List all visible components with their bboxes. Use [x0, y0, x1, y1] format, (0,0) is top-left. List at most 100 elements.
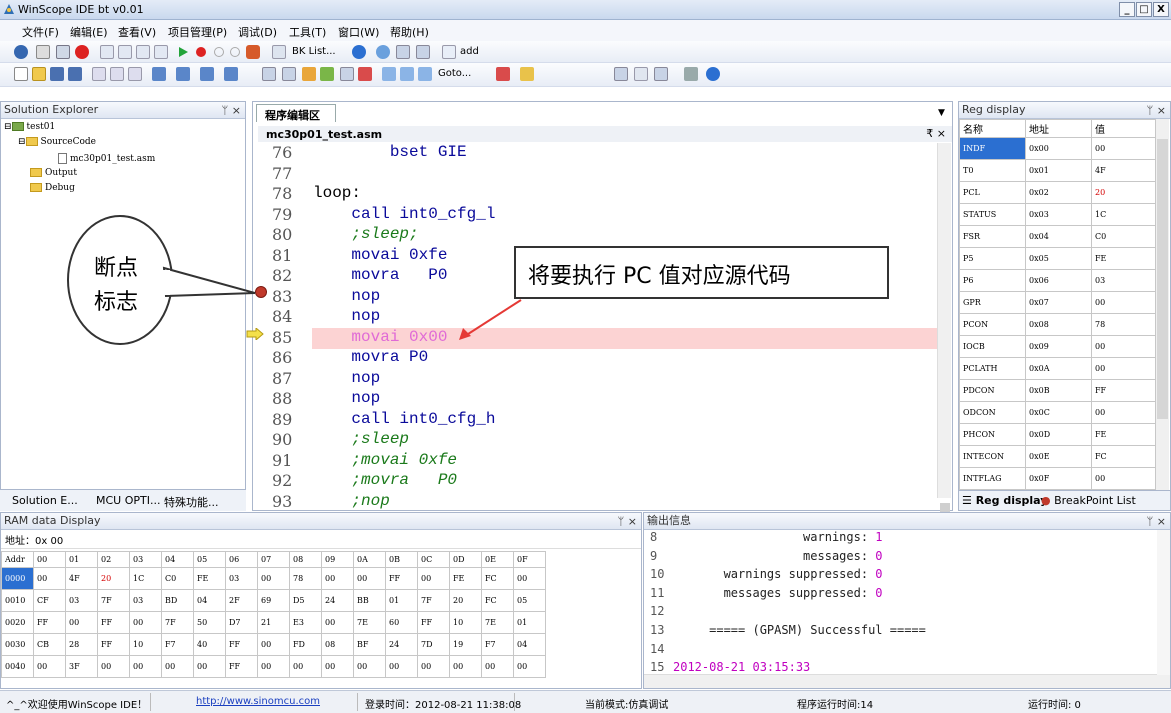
code-line[interactable]: ;sleep: [313, 430, 409, 451]
output-pin-close-icon[interactable]: ᛘ ×: [1147, 514, 1166, 530]
menu-edit[interactable]: 编辑(E): [70, 24, 108, 40]
ram-cell[interactable]: 00: [289, 655, 322, 678]
tree-item-sourcecode[interactable]: ⊟ SourceCode: [18, 137, 96, 147]
ram-cell[interactable]: 00: [417, 567, 450, 590]
ram-cell[interactable]: 3F: [65, 655, 98, 678]
close-button[interactable]: X: [1153, 2, 1169, 17]
save-all-icon[interactable]: [68, 67, 82, 81]
menu-project[interactable]: 项目管理(P): [168, 24, 227, 40]
menu-view[interactable]: 查看(V): [118, 24, 156, 40]
ram-cell[interactable]: 04: [513, 633, 546, 656]
chip-icon[interactable]: [376, 45, 390, 59]
editor-scrollbar[interactable]: [937, 143, 951, 551]
ram-cell[interactable]: 24: [385, 633, 418, 656]
ram-cell[interactable]: FE: [193, 567, 226, 590]
ram-cell[interactable]: 00: [33, 655, 66, 678]
help-icon[interactable]: [352, 45, 366, 59]
register-row[interactable]: PCLATH 0x0A 00: [959, 357, 1156, 380]
register-row[interactable]: PCL 0x02 20: [959, 181, 1156, 204]
outdent-icon[interactable]: [282, 67, 296, 81]
tree-item-output[interactable]: Output: [30, 168, 77, 178]
tab-breakpoint-list[interactable]: ● BreakPoint List: [1041, 494, 1136, 507]
ram-cell[interactable]: 00: [513, 655, 546, 678]
register-row[interactable]: PCON 0x08 78: [959, 313, 1156, 336]
ram-cell[interactable]: 00: [353, 567, 386, 590]
clear-breakpoint-icon[interactable]: [214, 47, 224, 57]
ram-cell[interactable]: F7: [161, 633, 194, 656]
compile-icon[interactable]: [520, 67, 534, 81]
ram-cell[interactable]: FF: [97, 633, 130, 656]
cut-icon[interactable]: [92, 67, 106, 81]
ram-cell[interactable]: BD: [161, 589, 194, 612]
ram-cell[interactable]: 00: [321, 567, 354, 590]
ram-cell[interactable]: 01: [385, 589, 418, 612]
list-icon[interactable]: [272, 45, 286, 59]
status-url-link[interactable]: http://www.sinomcu.com: [196, 696, 320, 707]
register-row[interactable]: PDCON 0x0B FF: [959, 379, 1156, 402]
tab-asm-file[interactable]: mc30p01_test.asm: [266, 128, 382, 141]
add-label[interactable]: add: [460, 46, 479, 57]
ram-cell[interactable]: 1C: [129, 567, 162, 590]
ram-cell[interactable]: 00: [513, 567, 546, 590]
register-row[interactable]: FSR 0x04 C0: [959, 225, 1156, 248]
find-icon[interactable]: [14, 45, 28, 59]
ram-cell[interactable]: 4F: [65, 567, 98, 590]
ram-cell[interactable]: 00: [161, 655, 194, 678]
ram-cell[interactable]: 19: [449, 633, 482, 656]
register-row[interactable]: IOCB 0x09 00: [959, 335, 1156, 358]
ram-cell[interactable]: 00: [321, 611, 354, 634]
output-hscrollbar[interactable]: [644, 674, 1170, 688]
ram-cell[interactable]: 03: [65, 589, 98, 612]
ram-cell[interactable]: 28: [65, 633, 98, 656]
ram-cell[interactable]: 7F: [161, 611, 194, 634]
open-folder-icon[interactable]: [32, 67, 46, 81]
code-line[interactable]: nop: [313, 307, 380, 328]
ram-cell[interactable]: 00: [97, 655, 130, 678]
ram-cell[interactable]: 01: [513, 611, 546, 634]
settings-icon[interactable]: [634, 67, 648, 81]
next-bookmark-icon[interactable]: [418, 67, 432, 81]
code-line[interactable]: ;movai 0xfe: [313, 451, 457, 472]
code-line[interactable]: ;nop: [313, 492, 389, 513]
ram-cell[interactable]: F7: [481, 633, 514, 656]
ram-cell[interactable]: 05: [513, 589, 546, 612]
ram-cell[interactable]: 60: [385, 611, 418, 634]
ram-cell[interactable]: D5: [289, 589, 322, 612]
panel-icon[interactable]: [654, 67, 668, 81]
prev-bookmark-icon[interactable]: [400, 67, 414, 81]
ram-cell[interactable]: 00: [385, 655, 418, 678]
reg-pin-close-icon[interactable]: ᛘ ×: [1147, 103, 1166, 119]
menu-file[interactable]: 文件(F): [22, 24, 59, 40]
ram-cell[interactable]: FC: [481, 567, 514, 590]
code-line[interactable]: ;movra P0: [313, 471, 457, 492]
code-line[interactable]: nop: [313, 389, 380, 410]
ram-cell[interactable]: FF: [97, 611, 130, 634]
stop-icon[interactable]: [75, 45, 89, 59]
ram-cell[interactable]: 7F: [97, 589, 130, 612]
ram-address-input[interactable]: 00: [50, 536, 63, 547]
code-line[interactable]: movai 0xfe: [313, 246, 447, 267]
minimize-button[interactable]: _: [1119, 2, 1135, 17]
close-file-icon[interactable]: ₹ ×: [926, 127, 946, 140]
register-row[interactable]: INDF 0x00 00: [959, 137, 1156, 160]
comment-icon[interactable]: [320, 67, 334, 81]
ram-cell[interactable]: 00: [417, 655, 450, 678]
reset-icon[interactable]: [36, 45, 50, 59]
ram-cell[interactable]: 00: [129, 655, 162, 678]
ram-cell[interactable]: 00: [257, 655, 290, 678]
code-line[interactable]: movai 0x00: [313, 328, 447, 349]
undo-icon[interactable]: [152, 67, 166, 81]
ram-cell[interactable]: 10: [129, 633, 162, 656]
add-icon[interactable]: [442, 45, 456, 59]
code-line[interactable]: loop:: [313, 184, 361, 205]
register-row[interactable]: STATUS 0x03 1C: [959, 203, 1156, 226]
tab-special-functions[interactable]: 特殊功能...: [164, 494, 219, 510]
code-line[interactable]: movra P0: [313, 348, 428, 369]
ram-cell[interactable]: 50: [193, 611, 226, 634]
tree-item-project[interactable]: ⊟ test01: [4, 122, 55, 132]
uncomment-icon[interactable]: [358, 67, 372, 81]
maximize-button[interactable]: □: [1136, 2, 1152, 17]
bk-list-label[interactable]: BK List...: [292, 46, 336, 57]
save-icon[interactable]: [50, 67, 64, 81]
ram-cell[interactable]: 00: [353, 655, 386, 678]
